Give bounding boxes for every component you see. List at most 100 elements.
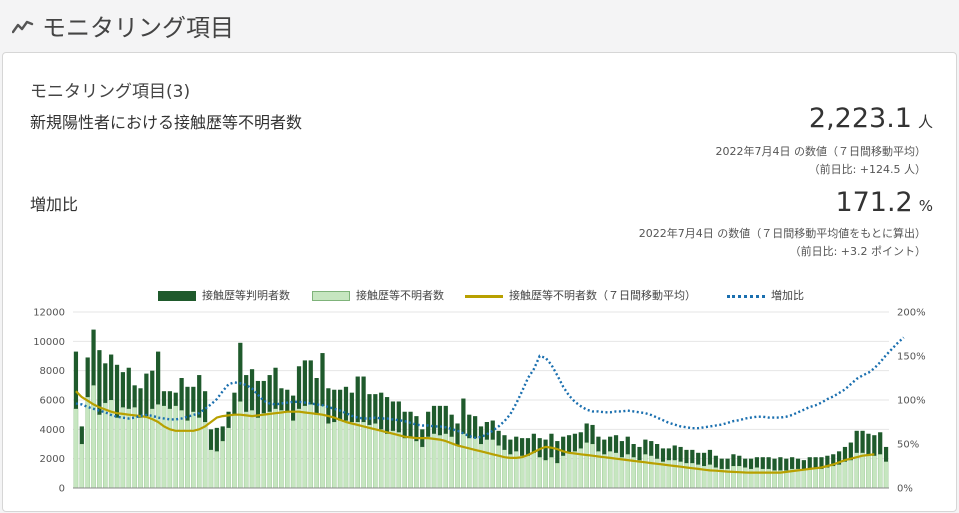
bar-known	[349, 392, 354, 422]
legend-item-known[interactable]: 接触歴等判明者数	[158, 289, 290, 303]
bar-unknown	[555, 462, 560, 489]
bar-known	[179, 378, 184, 411]
bar-unknown	[795, 468, 801, 489]
bar-known	[754, 457, 760, 468]
bar-unknown	[560, 455, 566, 489]
bar-known	[91, 329, 96, 386]
legend-item-unknown[interactable]: 接触歴等不明者数	[312, 289, 444, 303]
bar-unknown	[408, 436, 413, 489]
legend-item-average[interactable]: 接触歴等不明者数（７日間移動平均）	[465, 289, 696, 303]
bar-known	[872, 435, 877, 456]
bar-known	[73, 351, 79, 409]
bar-known	[678, 446, 683, 462]
bar-unknown	[877, 454, 883, 489]
bar-unknown	[830, 465, 836, 489]
bar-known	[649, 441, 654, 456]
legend-item-ratio[interactable]: 増加比	[727, 289, 804, 303]
bar-unknown	[508, 454, 513, 489]
bar-unknown	[883, 461, 889, 489]
bar-known	[361, 376, 366, 422]
bar-unknown	[537, 457, 542, 489]
bar-unknown	[866, 454, 871, 489]
bar-unknown	[690, 462, 695, 489]
chart-plot: 0 2000 4000 6000 8000 10000 12000 0% 50% 100% 150%…	[33, 308, 926, 495]
bar-known	[578, 432, 583, 449]
bar-known	[261, 380, 266, 414]
bar-unknown	[472, 437, 478, 489]
y-left-tick-label: 12000	[33, 308, 65, 319]
bar-known	[672, 445, 677, 461]
bar-unknown	[208, 449, 214, 489]
ratio-label: 増加比	[30, 195, 79, 214]
bar-known	[367, 394, 372, 425]
bar-unknown	[461, 433, 466, 489]
bar-unknown	[261, 413, 267, 489]
bar-known	[731, 454, 736, 466]
bar-known	[320, 353, 325, 406]
legend-label-known: 接触歴等判明者数	[202, 289, 290, 302]
bar-unknown	[73, 408, 79, 489]
bar-unknown	[343, 420, 349, 489]
bar-unknown	[326, 423, 331, 489]
bar-unknown	[707, 464, 713, 489]
y-left-tick-label: 2000	[40, 454, 65, 465]
bar-unknown	[367, 424, 372, 489]
bar-unknown	[437, 435, 443, 489]
bar-unknown	[490, 439, 496, 489]
bar-unknown	[619, 457, 625, 489]
bar-unknown	[79, 443, 85, 489]
bar-known	[343, 386, 349, 421]
bar-known	[337, 389, 343, 421]
bar-unknown	[361, 421, 366, 489]
bar-unknown	[390, 430, 396, 489]
bar-known	[431, 405, 437, 434]
bar-unknown	[132, 407, 137, 489]
bar-unknown	[602, 454, 607, 489]
bar-unknown	[836, 464, 842, 489]
bar-unknown	[860, 452, 865, 489]
bar-known	[561, 436, 566, 456]
bar-known	[273, 367, 278, 409]
bar-known	[244, 375, 249, 412]
bar-known	[883, 446, 889, 462]
legend-swatch-known	[158, 291, 196, 301]
bar-known	[643, 439, 648, 455]
bar-known	[208, 429, 214, 450]
bar-unknown	[396, 432, 402, 489]
bar-known	[625, 436, 630, 455]
y-left-tick-label: 8000	[40, 366, 65, 377]
bar-known	[97, 350, 102, 415]
bar-known	[202, 391, 208, 422]
bar-known	[308, 360, 313, 405]
bar-known	[191, 386, 196, 412]
bar-unknown	[525, 455, 531, 489]
bar-known	[684, 449, 689, 464]
y-left-tick-label: 0	[59, 484, 65, 495]
bar-known	[238, 342, 243, 402]
y-right-tick-label: 100%	[897, 396, 926, 407]
bar-known	[373, 394, 378, 424]
bar-unknown	[584, 442, 589, 489]
bar-unknown	[85, 396, 90, 489]
bar-unknown	[126, 408, 132, 489]
bar-unknown	[226, 427, 231, 489]
bar-known	[132, 385, 137, 408]
bar-unknown	[420, 446, 425, 489]
bar-known	[701, 452, 707, 466]
bar-unknown	[672, 459, 677, 489]
bar-unknown	[502, 449, 507, 489]
bar-unknown	[737, 465, 742, 489]
bar-unknown	[572, 451, 578, 489]
bar-known	[279, 388, 284, 411]
bar-unknown	[349, 421, 355, 489]
legend-swatch-unknown	[312, 291, 350, 301]
bar-unknown	[813, 468, 818, 489]
bar-known	[426, 411, 431, 437]
card-subtitle: 新規陽性者における接触歴等不明者数	[30, 113, 303, 132]
bar-known	[214, 427, 219, 452]
bar-unknown	[531, 452, 537, 489]
bar-unknown	[543, 459, 548, 489]
bar-known	[314, 378, 319, 415]
bar-known	[778, 457, 783, 471]
bar-known	[566, 435, 572, 453]
